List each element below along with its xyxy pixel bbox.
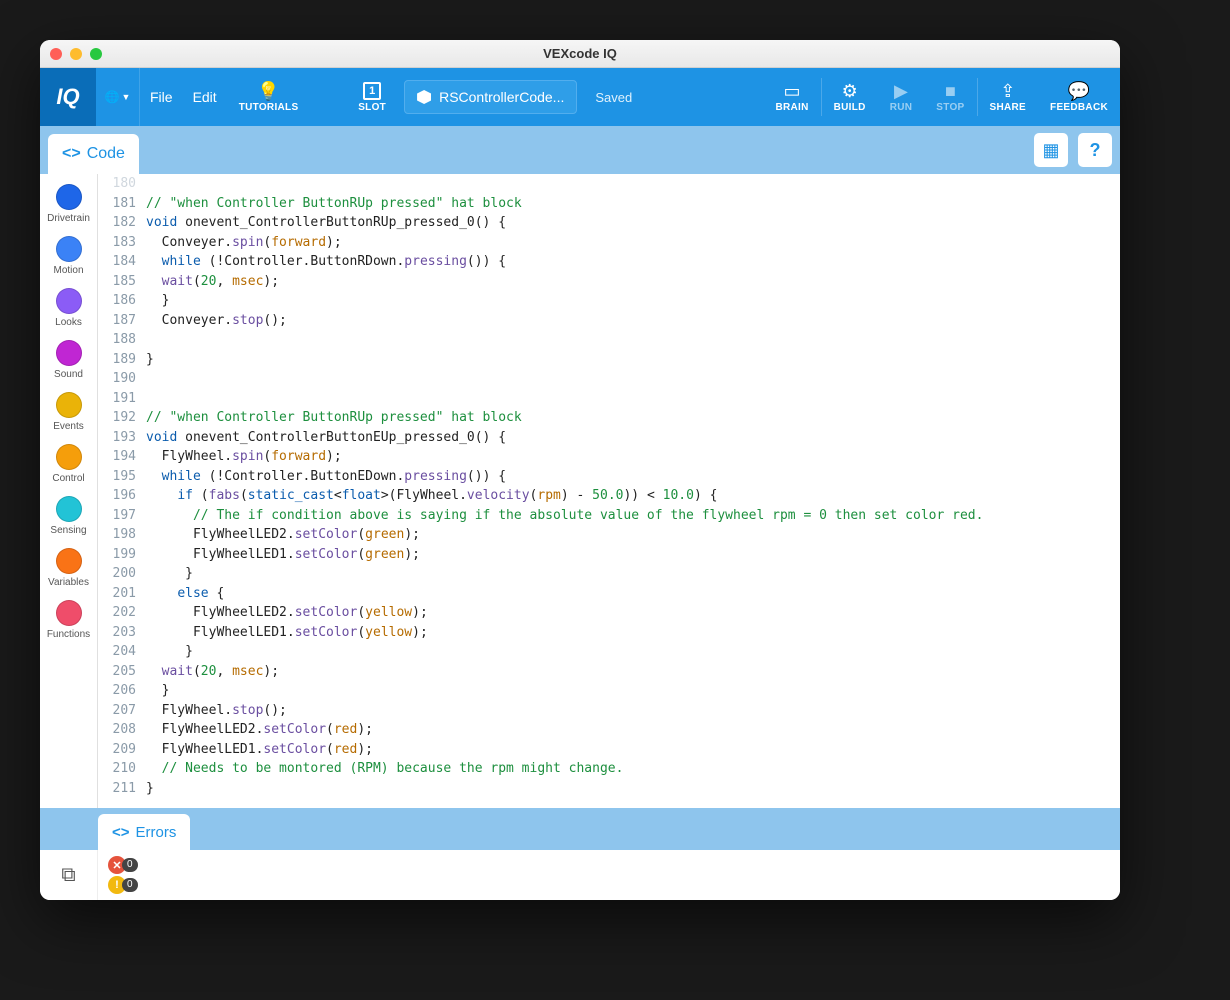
feedback-button[interactable]: 💬 FEEDBACK (1038, 68, 1120, 126)
category-dot-icon (56, 444, 82, 470)
code-area[interactable]: // "when Controller ButtonRUp pressed" h… (146, 174, 1120, 808)
titlebar: VEXcode IQ (40, 40, 1120, 68)
slot-icon: 1 (363, 82, 381, 100)
chevron-down-icon: ▼ (122, 92, 131, 102)
palette-sound[interactable]: Sound (40, 336, 97, 388)
feedback-icon: 💬 (1068, 82, 1090, 100)
code-icon: <> (62, 145, 81, 163)
palette-looks[interactable]: Looks (40, 284, 97, 336)
palette-label: Sound (54, 369, 83, 380)
tutorials-button[interactable]: 💡 TUTORIALS (227, 68, 311, 126)
category-dot-icon (56, 496, 82, 522)
palette-control[interactable]: Control (40, 440, 97, 492)
build-button[interactable]: ⚙ BUILD (822, 68, 878, 126)
language-menu[interactable]: 🌐▼ (96, 68, 140, 126)
filename-label: RSControllerCode... (439, 89, 564, 105)
tab-code[interactable]: <> Code (48, 134, 139, 174)
window-title: VEXcode IQ (40, 46, 1120, 61)
palette-label: Sensing (50, 525, 86, 536)
save-status: Saved (583, 68, 644, 126)
stop-button[interactable]: ■ STOP (924, 68, 976, 126)
edit-menu[interactable]: Edit (183, 68, 227, 126)
tab-code-label: Code (87, 145, 125, 163)
status-bar: ⧉ ✕ 0 ! 0 (40, 850, 1120, 900)
app-window: VEXcode IQ IQ 🌐▼ File Edit 💡 TUTORIALS 1… (40, 40, 1120, 900)
palette-label: Variables (48, 577, 89, 588)
palette-drivetrain[interactable]: Drivetrain (40, 180, 97, 232)
window-controls (50, 48, 102, 60)
palette-functions[interactable]: Functions (40, 596, 97, 648)
category-dot-icon (56, 288, 82, 314)
palette-variables[interactable]: Variables (40, 544, 97, 596)
error-count: 0 (122, 858, 138, 872)
palette-motion[interactable]: Motion (40, 232, 97, 284)
main-area: Drivetrain Motion Looks Sound Events Control S… (40, 174, 1120, 808)
play-icon: ▶ (894, 82, 908, 100)
palette-label: Functions (47, 629, 90, 640)
build-icon: ⚙ (842, 82, 858, 100)
tab-errors[interactable]: <> Errors (98, 814, 190, 850)
help-icon: ? (1090, 140, 1101, 161)
category-dot-icon (56, 184, 82, 210)
toolbar: IQ 🌐▼ File Edit 💡 TUTORIALS 1 SLOT RSCon… (40, 68, 1120, 126)
palette-label: Events (53, 421, 84, 432)
palette-events[interactable]: Events (40, 388, 97, 440)
category-dot-icon (56, 236, 82, 262)
share-button[interactable]: ⇪ SHARE (978, 68, 1039, 126)
collapse-icon: ⧉ (61, 864, 75, 887)
warning-count-badge[interactable]: ! 0 (108, 876, 138, 894)
category-dot-icon (56, 392, 82, 418)
palette-label: Control (52, 473, 84, 484)
brain-icon: ▭ (784, 82, 801, 100)
palette-sensing[interactable]: Sensing (40, 492, 97, 544)
minimize-icon[interactable] (70, 48, 82, 60)
palette-label: Drivetrain (47, 213, 90, 224)
lightbulb-icon: 💡 (257, 82, 279, 100)
help-button[interactable]: ? (1078, 133, 1112, 167)
collapse-palette-button[interactable]: ⧉ (40, 850, 98, 900)
category-dot-icon (56, 548, 82, 574)
blocks-palette: Drivetrain Motion Looks Sound Events Control S… (40, 174, 98, 808)
hexagon-icon (417, 90, 431, 104)
filename-chip[interactable]: RSControllerCode... (404, 80, 577, 114)
share-icon: ⇪ (1000, 82, 1015, 100)
warning-count: 0 (122, 878, 138, 892)
stop-icon: ■ (945, 82, 956, 100)
zoom-icon[interactable] (90, 48, 102, 60)
run-button[interactable]: ▶ RUN (878, 68, 925, 126)
category-dot-icon (56, 600, 82, 626)
errors-tab-bar: <> Errors (40, 808, 1120, 850)
slot-button[interactable]: 1 SLOT (346, 68, 398, 126)
code-editor[interactable]: 1801811821831841851861871881891901911921… (98, 174, 1120, 808)
line-gutter: 1801811821831841851861871881891901911921… (98, 174, 146, 808)
code-icon: <> (112, 824, 130, 841)
tab-errors-label: Errors (136, 824, 177, 841)
app-logo[interactable]: IQ (40, 68, 96, 126)
palette-label: Motion (53, 265, 83, 276)
globe-icon: 🌐 (105, 90, 120, 104)
tab-bar: <> Code ▦ ? (40, 126, 1120, 174)
category-dot-icon (56, 340, 82, 366)
close-icon[interactable] (50, 48, 62, 60)
palette-label: Looks (55, 317, 82, 328)
brain-button[interactable]: ▭ BRAIN (763, 68, 820, 126)
chip-icon: ▦ (1042, 140, 1059, 161)
file-menu[interactable]: File (140, 68, 183, 126)
devices-button[interactable]: ▦ (1034, 133, 1068, 167)
error-count-badge[interactable]: ✕ 0 (108, 856, 138, 874)
